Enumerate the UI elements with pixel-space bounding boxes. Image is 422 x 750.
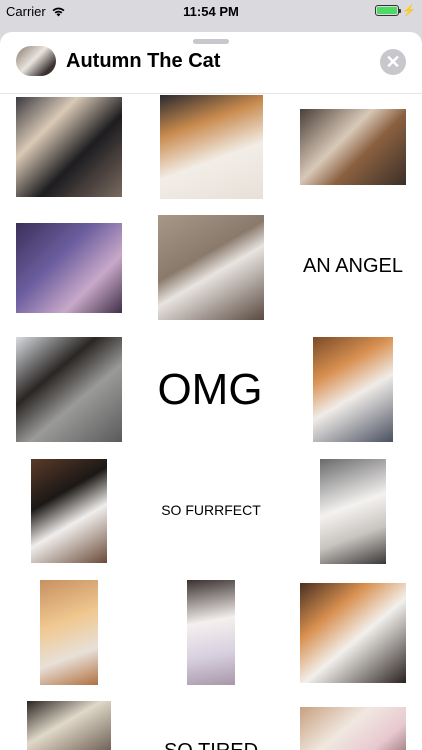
sticker-angel-text: AN ANGEL [302,254,404,277]
sticker-cat-closeup[interactable] [187,580,235,685]
sticker-furrfect-text: SO FURRFECT [161,502,261,518]
status-bar: Carrier 11:54 PM ⚡ [0,0,422,22]
sticker-cat-table[interactable] [300,583,406,683]
charging-icon: ⚡ [402,5,416,17]
app-avatar [16,46,56,76]
battery-group: ⚡ [375,4,416,17]
sheet-header: Autumn The Cat ✕ [0,44,422,94]
sticker-so-tired[interactable]: SO TIRED [150,731,272,750]
sticker-omg[interactable]: OMG [150,360,270,420]
sticker-cat-deck[interactable] [300,109,406,185]
sticker-tired-text: SO TIRED [164,740,258,750]
sticker-cat-green-eyes[interactable] [313,337,393,442]
close-button[interactable]: ✕ [380,49,406,75]
sticker-cat-sleeping[interactable] [16,97,122,197]
sticker-cat-bottom-right[interactable] [300,707,406,750]
sticker-cat-blanket[interactable] [16,337,122,442]
sticker-cat-rolling[interactable] [320,459,386,564]
close-icon: ✕ [385,52,401,72]
sticker-an-angel[interactable]: AN ANGEL [296,245,410,287]
sticker-grid: AN ANGEL OMG SO FURRFECT SO TIRED [0,95,422,750]
battery-level [377,7,398,14]
status-time: 11:54 PM [183,4,239,19]
sticker-cat-floor[interactable] [158,215,264,320]
sticker-cat-bottom-left[interactable] [27,701,111,750]
sticker-cat-chair[interactable] [31,459,107,563]
battery-icon [375,5,402,16]
sticker-so-furrfect[interactable]: SO FURRFECT [150,495,272,525]
pack-title: Autumn The Cat [66,50,221,72]
sticker-cat-purple[interactable] [16,223,122,313]
sticker-sheet: Autumn The Cat ✕ AN ANGEL OMG SO FURRFEC… [0,32,422,750]
sticker-omg-text: OMG [157,365,263,414]
sticker-cat-fluffy-window[interactable] [160,95,263,199]
sticker-cat-orange-fluff[interactable] [40,580,98,685]
